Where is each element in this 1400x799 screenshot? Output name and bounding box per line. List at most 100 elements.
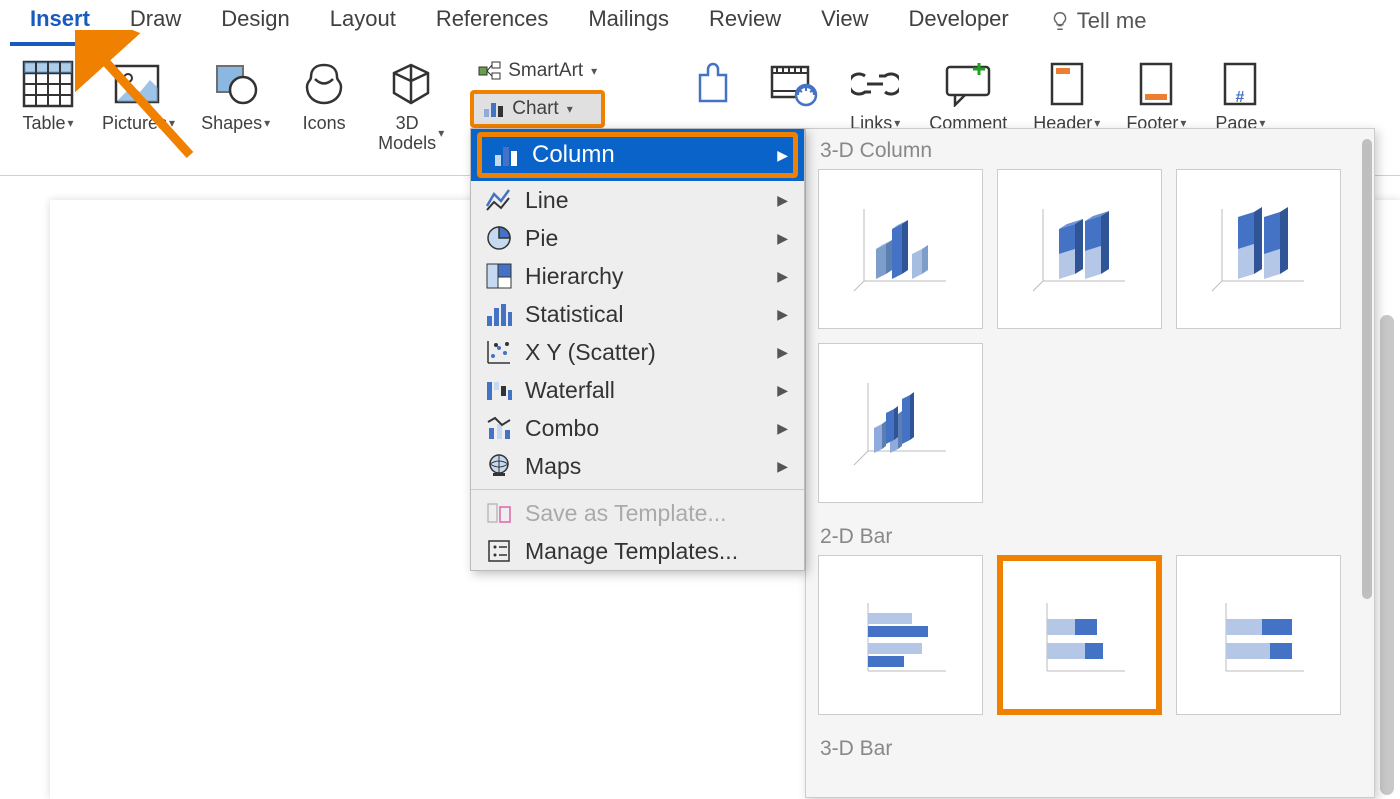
menu-label: Column	[532, 141, 615, 169]
table-label: Table	[22, 114, 65, 134]
tab-draw[interactable]: Draw	[110, 0, 201, 46]
submenu-arrow-icon: ▶	[777, 458, 788, 475]
maps-icon	[485, 452, 513, 480]
gallery-2d-stacked-bar[interactable]	[997, 555, 1162, 715]
smartart-icon	[478, 61, 502, 81]
menu-label: Combo	[525, 415, 599, 442]
tab-layout[interactable]: Layout	[310, 0, 416, 46]
header-icon	[1039, 56, 1095, 112]
gallery-3d-clustered-column[interactable]	[818, 169, 983, 329]
menu-label: Hierarchy	[525, 263, 623, 290]
tab-view[interactable]: View	[801, 0, 888, 46]
menu-label: Line	[525, 187, 568, 214]
gallery-2d-100-stacked-bar[interactable]	[1176, 555, 1341, 715]
media-icon	[765, 56, 821, 112]
comment-button[interactable]: Comment	[929, 56, 1007, 134]
hierarchy-chart-icon	[485, 262, 513, 290]
chevron-down-icon: ▾	[591, 64, 597, 78]
footer-button[interactable]: Footer▾	[1126, 56, 1186, 134]
menu-item-maps[interactable]: Maps ▶	[471, 447, 804, 485]
page-number-icon: #	[1212, 56, 1268, 112]
menu-item-pie[interactable]: Pie ▶	[471, 219, 804, 257]
gallery-section-3d-column: 3-D Column	[806, 129, 1374, 169]
header-button[interactable]: Header▾	[1033, 56, 1100, 134]
pictures-icon	[111, 56, 167, 112]
chart-gallery: 3-D Column	[805, 128, 1375, 798]
icons-label: Icons	[303, 114, 346, 134]
submenu-arrow-icon: ▶	[777, 268, 788, 285]
submenu-arrow-icon: ▶	[777, 344, 788, 361]
shapes-button[interactable]: Shapes▾	[201, 56, 270, 134]
combo-chart-icon	[485, 414, 513, 442]
pictures-label: Pictures	[102, 114, 167, 134]
menu-item-scatter[interactable]: X Y (Scatter) ▶	[471, 333, 804, 371]
chevron-down-icon: ▾	[264, 116, 270, 130]
menu-label: Manage Templates...	[525, 538, 738, 565]
menu-item-combo[interactable]: Combo ▶	[471, 409, 804, 447]
pictures-button[interactable]: Pictures▾	[102, 56, 175, 134]
menu-label: X Y (Scatter)	[525, 339, 656, 366]
statistical-chart-icon	[485, 300, 513, 328]
submenu-arrow-icon: ▶	[777, 147, 788, 164]
submenu-arrow-icon: ▶	[777, 382, 788, 399]
table-button[interactable]: Table▾	[20, 56, 76, 134]
tab-mailings[interactable]: Mailings	[568, 0, 689, 46]
shapes-icon	[208, 56, 264, 112]
tab-design[interactable]: Design	[201, 0, 309, 46]
gallery-3d-100-stacked-column[interactable]	[1176, 169, 1341, 329]
tell-me[interactable]: Tell me	[1029, 0, 1167, 46]
chart-button[interactable]: Chart ▾	[470, 90, 605, 128]
icons-button[interactable]: Icons	[296, 56, 352, 134]
comment-icon	[940, 56, 996, 112]
3d-models-button[interactable]: 3D Models▾	[378, 56, 444, 154]
chart-icon	[482, 99, 506, 119]
page-number-button[interactable]: # Page▾	[1212, 56, 1268, 134]
gallery-section-3d-bar: 3-D Bar	[806, 727, 1374, 767]
gallery-scrollbar[interactable]	[1362, 139, 1372, 789]
tab-insert[interactable]: Insert	[10, 0, 110, 46]
gallery-3d-column[interactable]	[818, 343, 983, 503]
ribbon-tabs: Insert Draw Design Layout References Mai…	[0, 0, 1400, 46]
menu-label: Maps	[525, 453, 581, 480]
tab-review[interactable]: Review	[689, 0, 801, 46]
chevron-down-icon: ▾	[68, 116, 74, 130]
menu-item-save-template: Save as Template...	[471, 494, 804, 532]
tab-developer[interactable]: Developer	[888, 0, 1028, 46]
chevron-down-icon: ▾	[169, 116, 175, 130]
shapes-label: Shapes	[201, 114, 262, 134]
pie-chart-icon	[485, 224, 513, 252]
footer-icon	[1128, 56, 1184, 112]
gallery-3d-stacked-column[interactable]	[997, 169, 1162, 329]
cube-icon	[383, 56, 439, 112]
submenu-arrow-icon: ▶	[777, 192, 788, 209]
addins-icon	[683, 56, 739, 112]
tab-references[interactable]: References	[416, 0, 569, 46]
menu-label: Waterfall	[525, 377, 615, 404]
menu-item-waterfall[interactable]: Waterfall ▶	[471, 371, 804, 409]
smartart-label: SmartArt	[508, 60, 583, 82]
chart-label: Chart	[512, 98, 558, 120]
tell-me-label: Tell me	[1077, 8, 1147, 34]
menu-label: Save as Template...	[525, 500, 727, 527]
menu-item-manage-templates[interactable]: Manage Templates...	[471, 532, 804, 570]
document-scrollbar[interactable]	[1380, 315, 1394, 795]
menu-item-column[interactable]: Column ▶	[471, 129, 804, 181]
menu-item-line[interactable]: Line ▶	[471, 181, 804, 219]
chevron-down-icon: ▾	[438, 126, 444, 140]
media-button[interactable]	[765, 56, 821, 132]
submenu-arrow-icon: ▶	[777, 306, 788, 323]
links-button[interactable]: Links▾	[847, 56, 903, 134]
links-icon	[847, 56, 903, 112]
line-chart-icon	[485, 186, 513, 214]
menu-label: Pie	[525, 225, 558, 252]
submenu-arrow-icon: ▶	[777, 420, 788, 437]
icons-icon	[296, 56, 352, 112]
manage-templates-icon	[485, 537, 513, 565]
menu-item-statistical[interactable]: Statistical ▶	[471, 295, 804, 333]
smartart-button[interactable]: SmartArt ▾	[470, 56, 605, 86]
gallery-2d-clustered-bar[interactable]	[818, 555, 983, 715]
addins-button[interactable]	[683, 56, 739, 132]
menu-item-hierarchy[interactable]: Hierarchy ▶	[471, 257, 804, 295]
chart-type-menu: Column ▶ Line ▶ Pie ▶ Hierarchy ▶ Statis…	[470, 128, 805, 571]
waterfall-chart-icon	[485, 376, 513, 404]
